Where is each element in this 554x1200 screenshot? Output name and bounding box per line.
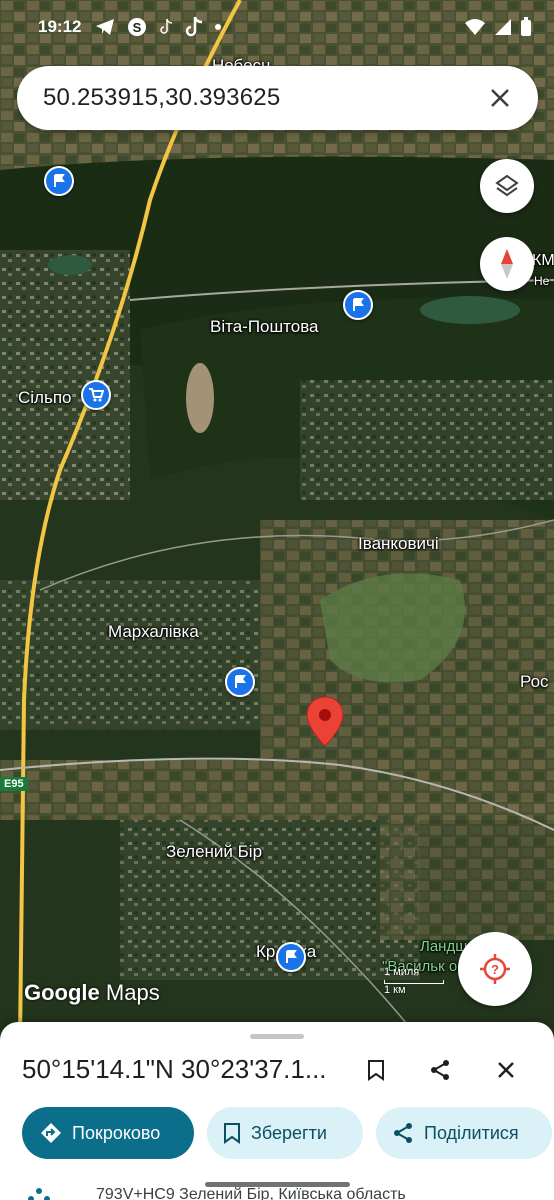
place-bottom-sheet[interactable]: 50°15'14.1"N 30°23'37.1... Покроково Збе… (0, 1022, 554, 1200)
compass-icon (501, 249, 513, 279)
close-icon (498, 1062, 514, 1078)
shopping-cart-icon (89, 388, 104, 402)
place-label-markhalivka[interactable]: Мархалівка (108, 622, 199, 642)
layers-button[interactable] (480, 159, 534, 213)
notification-dot-icon (215, 24, 222, 30)
place-label-km-edge: КМ (532, 252, 554, 269)
flag-icon (54, 174, 65, 187)
bookmark-icon (224, 1123, 240, 1144)
place-label-silpo[interactable]: Сільпо (18, 388, 72, 408)
close-sheet-button[interactable] (488, 1052, 524, 1088)
battery-icon (521, 17, 531, 36)
save-button[interactable]: Зберегти (207, 1107, 363, 1159)
poi-marker-flag[interactable] (276, 942, 306, 972)
search-bar[interactable]: 50.253915,30.393625 (17, 66, 538, 130)
place-label-ros-edge[interactable]: Рос (520, 672, 549, 692)
drag-handle[interactable] (250, 1034, 304, 1039)
plus-code-address: 793V+HC9 Зелений Бір, Київська область (96, 1186, 406, 1200)
map-scale: 1 миля 1 км (384, 966, 444, 996)
google-maps-logo: Google Maps (24, 980, 160, 1005)
share-button[interactable]: Поділитися (376, 1107, 552, 1159)
place-label-vita-poshtova[interactable]: Віта-Поштова (210, 317, 318, 337)
close-icon (491, 89, 509, 107)
flag-icon (353, 298, 364, 311)
place-label-ivankovychi[interactable]: Іванковичі (358, 534, 439, 554)
status-time: 19:12 (38, 17, 82, 36)
poi-marker-flag[interactable] (343, 290, 373, 320)
tiktok-small-icon (160, 18, 173, 34)
telegram-icon (96, 19, 115, 35)
tiktok-icon (186, 16, 203, 37)
dropped-pin-icon[interactable] (305, 696, 345, 748)
my-location-button[interactable]: ? (458, 932, 532, 1006)
satellite-imagery (0, 0, 554, 1040)
save-label: Зберегти (251, 1122, 327, 1143)
poi-marker-flag[interactable] (225, 667, 255, 697)
share-icon-button[interactable] (422, 1052, 458, 1088)
flag-icon (286, 950, 297, 963)
directions-button[interactable]: Покроково (22, 1107, 194, 1159)
flag-icon (235, 675, 246, 688)
skype-icon: S (128, 18, 147, 36)
place-label-ne-edge: Не (534, 274, 550, 288)
road-shield-e95: E95 (0, 777, 28, 791)
clear-search-button[interactable] (484, 82, 516, 114)
place-title: 50°15'14.1"N 30°23'37.1... (22, 1054, 327, 1084)
bookmark-icon (368, 1060, 384, 1081)
map-canvas[interactable]: Небесн Віта-Поштова Сільпо Іванковичі Ма… (0, 0, 554, 1040)
signal-icon (495, 19, 511, 35)
poi-marker-flag[interactable] (44, 166, 74, 196)
share-icon (394, 1123, 412, 1143)
search-query[interactable]: 50.253915,30.393625 (43, 84, 484, 112)
place-label-zelenyi-bir[interactable]: Зелений Бір (166, 842, 262, 862)
directions-icon (41, 1123, 61, 1143)
directions-label: Покроково (72, 1122, 161, 1143)
plus-code-icon (28, 1188, 50, 1200)
share-label: Поділитися (424, 1122, 519, 1143)
save-icon-button[interactable] (358, 1052, 394, 1088)
compass-button[interactable] (480, 237, 534, 291)
svg-text:S: S (133, 20, 142, 35)
home-indicator[interactable] (205, 1182, 350, 1187)
poi-marker-shop[interactable] (81, 380, 111, 410)
svg-text:?: ? (491, 962, 499, 977)
share-icon (431, 1060, 449, 1080)
layers-icon (495, 174, 519, 197)
status-bar: 19:12 S (0, 0, 554, 54)
address-row[interactable]: 793V+HC9 Зелений Бір, Київська область (22, 1185, 532, 1200)
wifi-icon (465, 19, 485, 35)
my-location-icon: ? (480, 954, 510, 984)
